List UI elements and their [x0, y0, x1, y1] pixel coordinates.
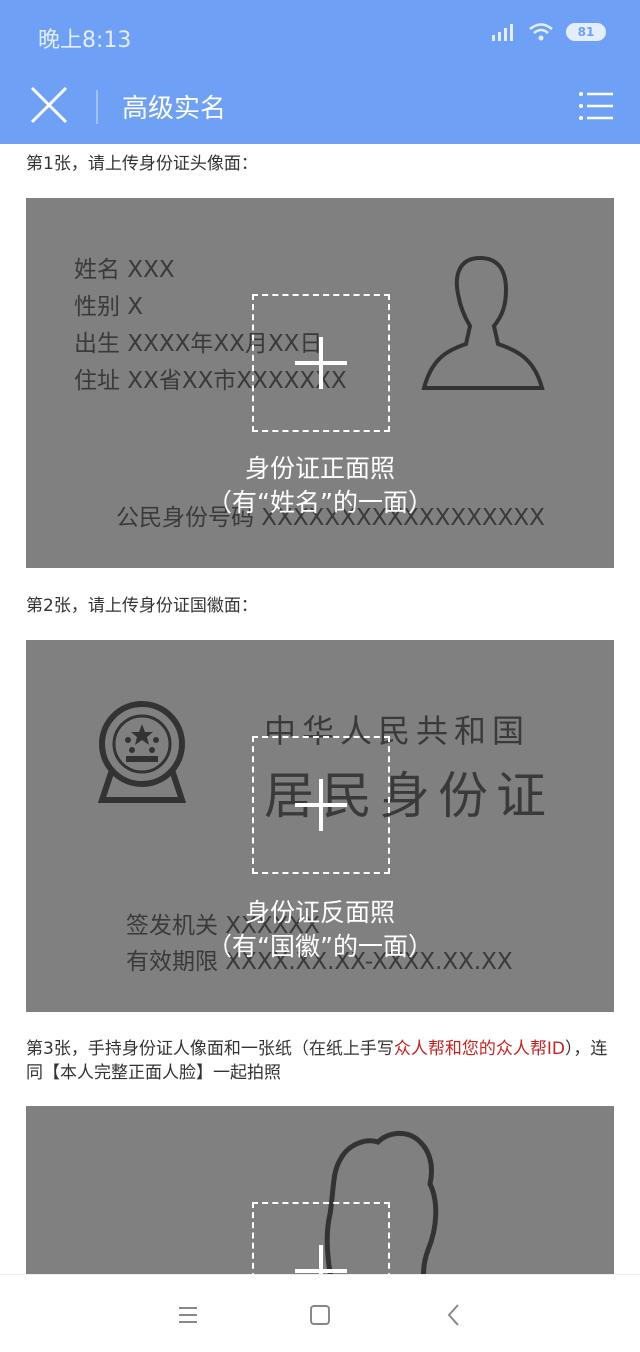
- menu-lines-icon[interactable]: [168, 1295, 208, 1335]
- back-chevron-icon[interactable]: [434, 1295, 474, 1335]
- upload-back-box[interactable]: [252, 736, 390, 874]
- back-caption-line1: 身份证反面照: [244, 898, 395, 927]
- system-nav-bar: [0, 1274, 640, 1352]
- id-field-gender: 性别 X: [74, 294, 144, 320]
- home-square-icon[interactable]: [300, 1295, 340, 1335]
- plus-icon: [295, 779, 347, 831]
- front-caption-line1: 身份证正面照: [244, 454, 395, 483]
- step3-label-pre: 第3张，手持身份证人像面和一张纸（在纸上手写: [26, 1039, 394, 1059]
- wifi-icon: [529, 23, 553, 41]
- status-bar: 晚上8:13 81: [0, 0, 640, 70]
- battery-icon: 81: [566, 23, 606, 41]
- id-field-name: 姓名 XXX: [74, 257, 175, 283]
- plus-icon: [295, 337, 347, 389]
- step3-label-highlight: 众人帮和您的众人帮ID: [393, 1039, 565, 1059]
- page-title: 高级实名: [122, 94, 227, 124]
- step3-label: 第3张，手持身份证人像面和一张纸（在纸上手写众人帮和您的众人帮ID），连同【本人…: [26, 1037, 618, 1085]
- title-bar: 高级实名: [0, 70, 640, 144]
- title-divider: [96, 90, 98, 124]
- national-emblem-icon: [97, 701, 187, 803]
- front-caption-line2: （有“姓名”的一面）: [207, 488, 433, 517]
- signal-icon: [492, 24, 513, 41]
- person-silhouette-icon: [421, 255, 545, 390]
- status-time: 晚上8:13: [38, 28, 132, 53]
- step2-label: 第2张，请上传身份证国徽面：: [26, 596, 258, 616]
- upload-front-box[interactable]: [252, 294, 390, 432]
- status-icons: 81: [490, 22, 606, 42]
- menu-icon[interactable]: [578, 90, 614, 122]
- close-icon[interactable]: [28, 84, 70, 126]
- id-front-card[interactable]: 姓名 XXX 性别 X 出生 XXXX年XX月XX日 住址 XX省XX市XXXX…: [26, 198, 614, 568]
- back-caption-line2: （有“国徽”的一面）: [207, 932, 433, 961]
- step1-label: 第1张，请上传身份证头像面：: [26, 154, 258, 174]
- battery-level: 81: [577, 25, 595, 39]
- id-back-card[interactable]: 中华人民共和国 居民身份证 签发机关 XXXXXX 有效期限 XXXX.XX.X…: [26, 640, 614, 1012]
